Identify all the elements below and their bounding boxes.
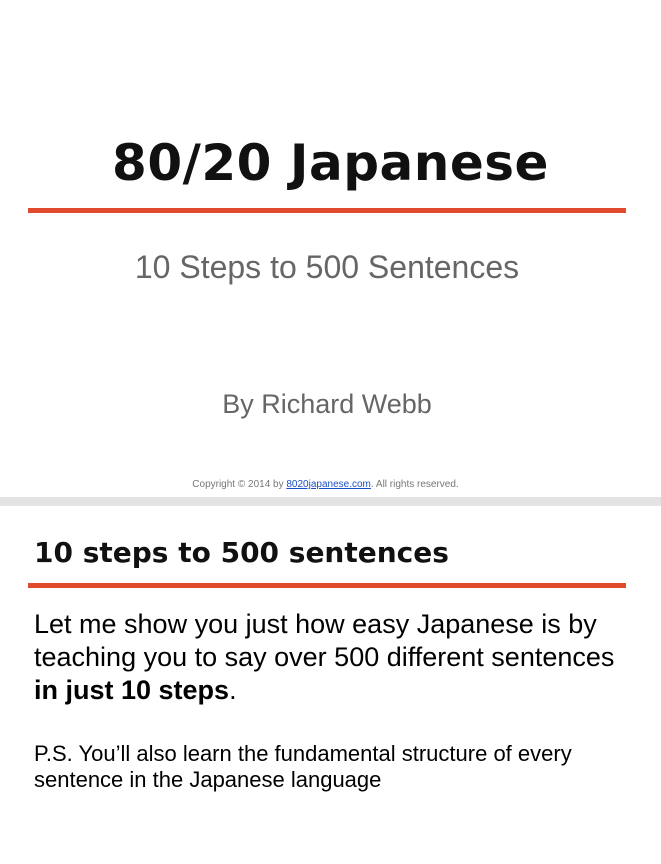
heading-divider bbox=[28, 583, 626, 588]
ps-paragraph: P.S. You’ll also learn the fundamental s… bbox=[34, 741, 572, 792]
intro-end: . bbox=[229, 675, 237, 705]
book-author: By Richard Webb bbox=[222, 389, 432, 419]
section-heading: 10 steps to 500 sentences bbox=[34, 536, 449, 569]
intro-text: Let me show you just how easy Japanese i… bbox=[34, 609, 615, 672]
website-link[interactable]: 8020japanese.com bbox=[286, 479, 371, 490]
copyright-notice: Copyright © 2014 by 8020japanese.com. Al… bbox=[0, 478, 651, 491]
intro-paragraph: Let me show you just how easy Japanese i… bbox=[34, 608, 634, 707]
book-title: 80/20 Japanese bbox=[112, 134, 549, 192]
page-gap bbox=[0, 497, 661, 506]
content-page: 10 steps to 500 sentences Let me show yo… bbox=[0, 506, 661, 864]
copyright-prefix: Copyright © 2014 by bbox=[192, 479, 287, 490]
book-subtitle: 10 Steps to 500 Sentences bbox=[134, 249, 520, 285]
copyright-suffix: . All rights reserved. bbox=[370, 479, 459, 490]
cover-page: 80/20 Japanese 10 Steps to 500 Sentences… bbox=[0, 0, 661, 497]
title-divider bbox=[28, 208, 626, 213]
intro-emphasis: in just 10 steps bbox=[34, 675, 230, 705]
